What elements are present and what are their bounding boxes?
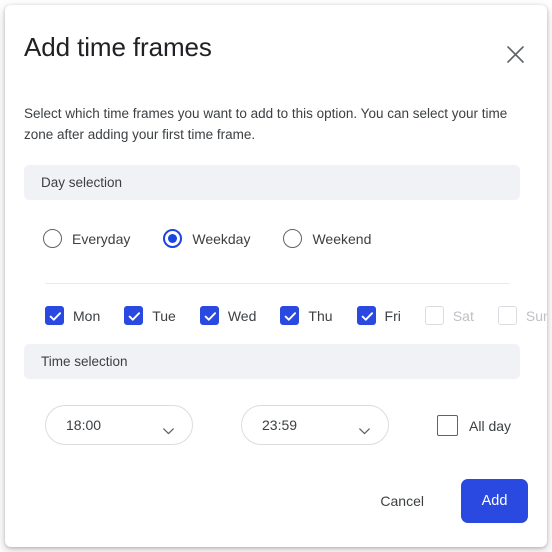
day-checkbox-row: Mon Tue Wed Thu Fri Sat Sun (45, 306, 547, 325)
day-label: Tue (152, 307, 176, 324)
radio-label: Everyday (72, 230, 131, 247)
day-label: Mon (73, 307, 101, 324)
checkbox-unchecked-icon (424, 306, 444, 325)
time-selection-label: Time selection (41, 354, 128, 369)
checkbox-checked-icon (199, 306, 219, 325)
day-label: Sun (525, 307, 547, 324)
chevron-down-icon (359, 422, 370, 435)
radio-circle-icon (283, 229, 303, 248)
section-divider (45, 283, 510, 284)
checkbox-checked-icon (124, 306, 144, 325)
checkbox-unchecked-icon (437, 415, 458, 436)
all-day-label: All day (469, 417, 512, 434)
day-checkbox-sun: Sun (497, 306, 547, 325)
checkbox-checked-icon (280, 306, 300, 325)
screen: Add time frames Select which time frames… (0, 0, 552, 552)
day-label: Thu (308, 307, 333, 324)
end-time-value: 23:59 (262, 417, 298, 433)
day-checkbox-fri[interactable]: Fri (356, 306, 401, 325)
checkbox-checked-icon (356, 306, 376, 325)
day-checkbox-wed[interactable]: Wed (199, 306, 257, 325)
radio-label: Weekday (192, 230, 251, 247)
page-title: Add time frames (24, 32, 212, 62)
day-checkbox-mon[interactable]: Mon (45, 306, 100, 325)
dialog-footer: Cancel Add (5, 471, 547, 547)
time-selection-band: Time selection (24, 344, 520, 379)
checkbox-checked-icon (45, 306, 64, 325)
day-selection-band: Day selection (24, 165, 520, 200)
dialog-header: Add time frames (5, 5, 547, 91)
radio-circle-selected-icon (163, 229, 183, 248)
start-time-value: 18:00 (66, 417, 102, 433)
add-button[interactable]: Add (461, 479, 528, 523)
day-label: Fri (384, 307, 401, 324)
chevron-down-icon (163, 422, 174, 435)
radio-weekday[interactable]: Weekday (163, 229, 250, 248)
radio-circle-icon (43, 229, 62, 248)
add-time-frames-dialog: Add time frames Select which time frames… (5, 5, 547, 547)
day-selection-radio-group: Everyday Weekday Weekend (43, 229, 371, 248)
cancel-button[interactable]: Cancel (370, 483, 434, 519)
end-time-select[interactable]: 23:59 (241, 405, 389, 445)
day-label: Sat (452, 307, 474, 324)
day-selection-label: Day selection (41, 175, 123, 190)
radio-everyday[interactable]: Everyday (43, 229, 130, 248)
start-time-select[interactable]: 18:00 (45, 405, 193, 445)
all-day-checkbox[interactable]: All day (437, 415, 511, 436)
day-checkbox-tue[interactable]: Tue (124, 306, 176, 325)
close-icon (506, 45, 525, 64)
radio-label: Weekend (312, 230, 372, 247)
day-checkbox-sat: Sat (424, 306, 474, 325)
radio-weekend[interactable]: Weekend (283, 229, 371, 248)
checkbox-unchecked-icon (497, 306, 517, 325)
day-checkbox-thu[interactable]: Thu (280, 306, 333, 325)
close-button[interactable] (500, 39, 530, 69)
time-selection-row: 18:00 23:59 All day (45, 405, 511, 445)
dialog-description: Select which time frames you want to add… (24, 106, 508, 142)
day-label: Wed (227, 307, 257, 324)
